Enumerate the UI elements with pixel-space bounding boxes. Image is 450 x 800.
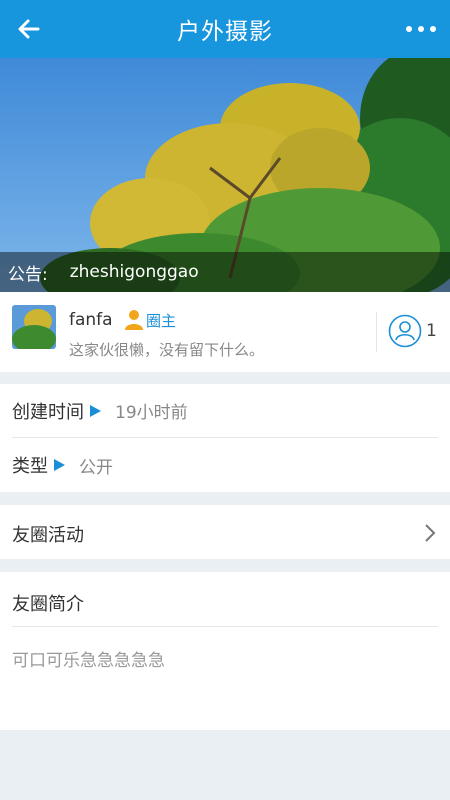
back-arrow-icon[interactable] [14, 14, 44, 44]
type-row: 类型 公开 [12, 438, 438, 492]
avatar[interactable] [12, 305, 56, 349]
cover-banner: 公告: zheshigonggao [0, 58, 450, 292]
notice-bar: 公告: zheshigonggao [0, 252, 450, 292]
owner-name[interactable]: fanfa [69, 310, 113, 330]
divider [376, 312, 377, 352]
member-count[interactable]: 1 [426, 321, 437, 341]
type-value: 公开 [79, 457, 113, 478]
intro-section: 友圈简介 可口可乐急急急急急 [0, 572, 450, 730]
divider [12, 626, 438, 627]
created-time-row: 创建时间 19小时前 [12, 384, 438, 438]
notice-text: zheshigonggao [69, 262, 199, 282]
owner-card: fanfa 圈主 这家伙很懒，没有留下什么。 1 [0, 292, 450, 372]
activity-label: 友圈活动 [12, 525, 84, 546]
chevron-right-icon [425, 524, 436, 542]
created-time-value: 19小时前 [115, 403, 188, 423]
avatar-image [12, 305, 56, 349]
page-title: 户外摄影 [177, 19, 273, 45]
notice-label: 公告: [8, 264, 48, 285]
owner-role-label: 圈主 [146, 311, 177, 330]
intro-label: 友圈简介 [12, 594, 84, 615]
info-section: 创建时间 19小时前 类型 公开 [0, 384, 450, 492]
more-dots-icon[interactable] [404, 18, 438, 40]
owner-role-badge: 圈主 [124, 309, 176, 331]
top-bar: 户外摄影 [0, 0, 450, 58]
triangle-right-icon [90, 404, 101, 417]
activity-row[interactable]: 友圈活动 [0, 505, 450, 559]
triangle-right-icon [54, 459, 65, 471]
user-outline-icon[interactable] [388, 314, 422, 348]
type-label: 类型 [12, 456, 48, 477]
intro-text: 可口可乐急急急急急 [12, 651, 165, 671]
created-time-label: 创建时间 [12, 401, 84, 423]
person-icon [125, 310, 143, 330]
owner-bio: 这家伙很懒，没有留下什么。 [69, 341, 265, 359]
